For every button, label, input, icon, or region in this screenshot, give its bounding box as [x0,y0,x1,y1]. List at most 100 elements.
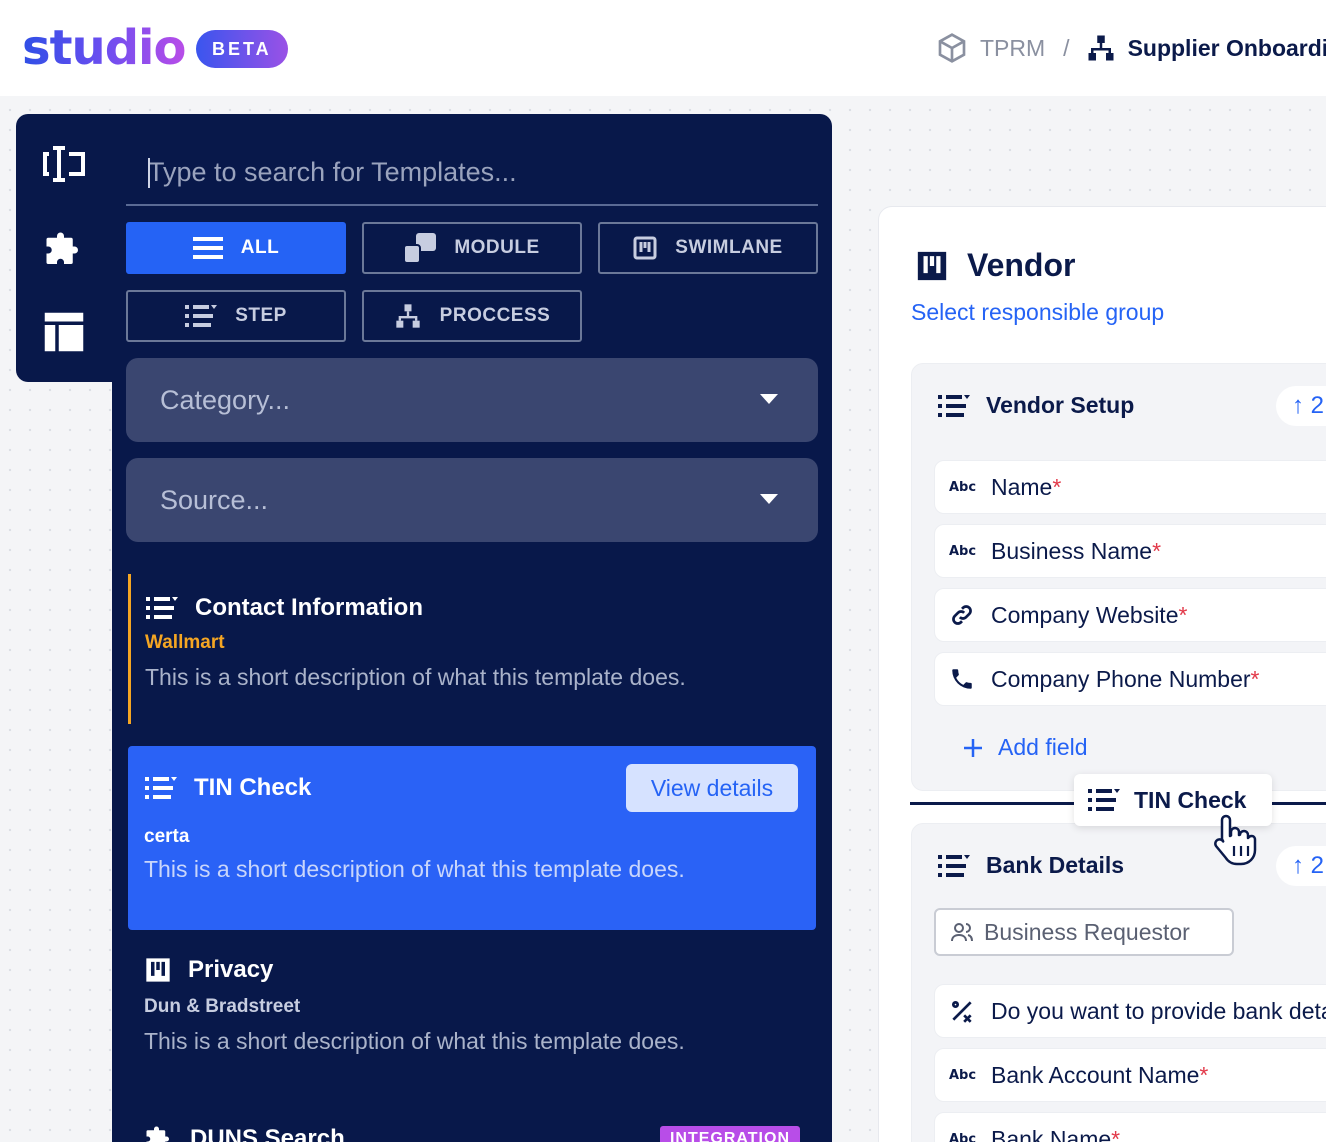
field-bank-account-name[interactable]: Abc Bank Account Name* [934,1048,1326,1102]
step-title: Vendor Setup [938,392,1134,419]
template-search[interactable] [126,140,818,206]
field-company-website[interactable]: Company Website* [934,588,1326,642]
required-marker: * [1250,665,1260,692]
template-source: Wallmart [145,632,225,653]
source-select[interactable]: Source... [126,458,818,542]
chevron-down-icon [760,394,778,404]
template-description: This is a short description of what this… [145,664,686,690]
phone-icon [952,669,972,689]
field-bank-name[interactable]: Abc Bank Name* [934,1112,1326,1142]
cube-icon [938,33,966,63]
users-icon [951,923,973,942]
template-title: TIN Check [144,774,311,802]
breadcrumb-supplier-onboarding[interactable]: Supplier Onboarding [1128,35,1326,62]
field-business-name[interactable]: Abc Business Name* [934,524,1326,578]
source-placeholder: Source... [160,484,269,515]
required-marker: * [1199,1061,1209,1088]
filter-step-button[interactable]: STEP [126,290,346,342]
add-field-label: Add field [998,734,1088,760]
template-description: This is a short description of what this… [144,856,685,882]
puzzle-icon[interactable] [42,228,86,272]
add-field-button[interactable]: Add field [962,734,1088,761]
required-marker: * [1111,1125,1121,1142]
select-responsible-group-link[interactable]: Select responsible group [911,299,1164,326]
step-order-pill[interactable]: ↑ 2 [1276,386,1326,426]
template-source: certa [144,826,190,847]
filter-all-button[interactable]: ALL [126,222,346,274]
swimlane-icon [917,251,947,280]
breadcrumb-separator: / [1063,34,1070,61]
filter-swimlane-label: SWIMLANE [675,237,783,258]
swimlane-title-text[interactable]: Vendor [967,247,1075,284]
chevron-down-icon [760,494,778,504]
module-icon [404,233,437,263]
breadcrumb: TPRM / Supplier Onboarding [936,30,1326,66]
template-description: This is a short description of what this… [144,1028,685,1054]
template-title: DUNS Search [144,1124,345,1142]
dragged-template-label: TIN Check [1134,786,1247,813]
integration-badge: INTEGRATION [659,1126,800,1142]
step-bank-details: Bank Details ↑ 2 Business Requestor Do y… [911,823,1326,1142]
template-item-duns-search[interactable]: DUNS Search INTEGRATION [128,1114,816,1142]
text-cursor-icon[interactable] [42,142,86,186]
swimlane-title: Vendor [915,247,1075,284]
field-label: Company Website [991,601,1179,628]
text-field-icon: Abc [949,1131,977,1142]
requestor-label: Business Requestor [984,918,1190,945]
step-title-text[interactable]: Bank Details [986,852,1124,879]
template-title-text: Privacy [188,956,274,983]
filter-module-button[interactable]: MODULE [362,222,582,274]
filter-process-label: PROCCESS [439,305,551,326]
field-label: Company Phone Number [991,665,1251,692]
hand-cursor-icon [1214,814,1257,866]
template-title-text: TIN Check [194,774,312,801]
step-icon [938,854,970,877]
text-caret [148,158,150,188]
template-item-tin-check[interactable]: TIN Check View details certa This is a s… [128,746,816,930]
category-select[interactable]: Category... [126,358,818,442]
swimlane-card: Vendor Select responsible group Vendor S… [878,206,1326,1142]
required-marker: * [1152,537,1162,564]
template-source: Dun & Bradstreet [144,996,301,1017]
template-title-text: Contact Information [195,594,423,621]
breadcrumb-tprm[interactable]: TPRM [980,35,1045,62]
template-item-contact-information[interactable]: Contact Information Wallmart This is a s… [128,574,816,724]
template-panel: ALL MODULE SWIMLANE STEP PROCCESS Catego… [112,114,832,1142]
required-marker: * [1178,601,1188,628]
template-title: Contact Information [145,594,423,622]
template-title: Privacy [144,956,273,984]
filter-step-label: STEP [235,305,287,326]
swimlane-icon [146,958,170,982]
template-item-privacy[interactable]: Privacy Dun & Bradstreet This is a short… [128,944,816,1104]
template-search-input[interactable] [126,156,818,188]
step-title: Bank Details [938,852,1124,879]
swimlane-icon [633,236,657,260]
filter-swimlane-button[interactable]: SWIMLANE [598,222,818,274]
field-label: Name [991,473,1053,500]
template-title-text: DUNS Search [190,1125,345,1142]
percent-toggle-icon [951,1000,972,1023]
field-label: Do you want to provide bank details? [991,997,1326,1024]
step-icon [145,777,177,799]
field-company-phone[interactable]: Company Phone Number* [934,652,1326,706]
step-order-pill[interactable]: ↑ 2 [1276,846,1326,886]
field-name[interactable]: Abc Name* [934,460,1326,514]
menu-icon [192,237,223,259]
process-icon [396,304,420,328]
step-icon [1088,789,1120,811]
field-label: Bank Account Name [991,1061,1200,1088]
business-requestor-chip[interactable]: Business Requestor [934,908,1234,956]
step-icon [146,597,178,619]
studio-logo[interactable]: studio [22,20,186,76]
field-label: Bank Name [991,1125,1112,1142]
link-icon [952,605,972,625]
layout-icon[interactable] [42,310,86,354]
field-provide-bank-details[interactable]: Do you want to provide bank details? [934,984,1326,1038]
step-title-text[interactable]: Vendor Setup [986,392,1134,419]
filter-process-button[interactable]: PROCCESS [362,290,582,342]
text-field-icon: Abc [949,479,977,495]
view-details-button[interactable]: View details [626,764,798,812]
required-marker: * [1052,473,1062,500]
top-bar: studio BETA TPRM / Supplier Onboarding [0,0,1326,96]
step-vendor-setup: Vendor Setup ↑ 2 Abc Name* Abc Business … [911,363,1326,791]
